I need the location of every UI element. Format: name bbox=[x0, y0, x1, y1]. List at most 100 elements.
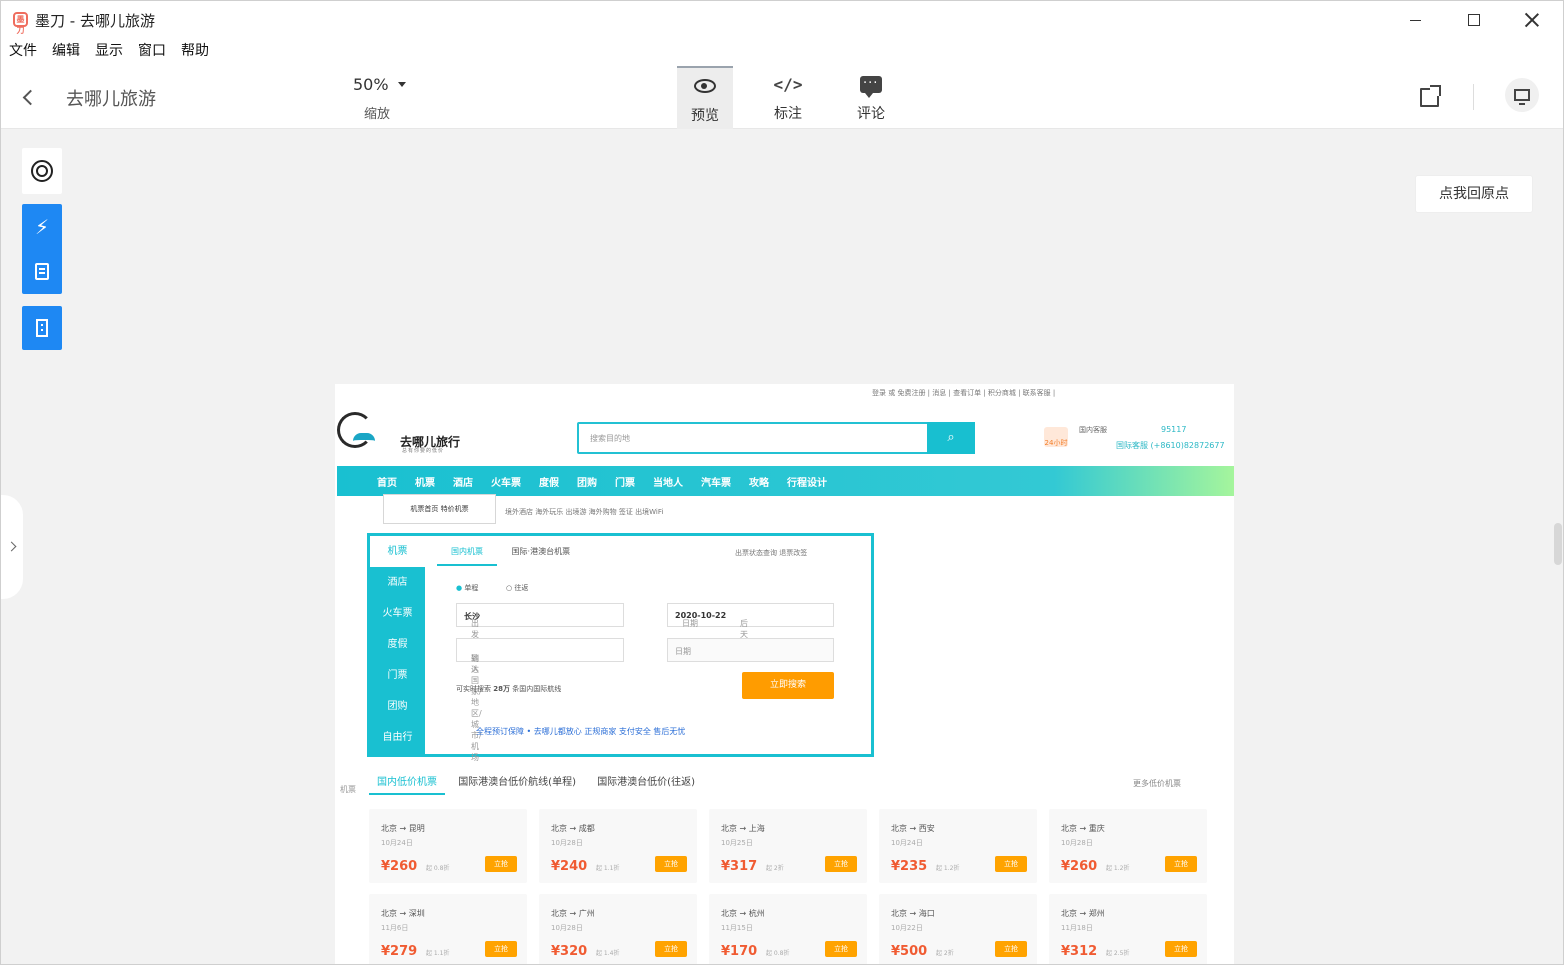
deal-price: ¥260 bbox=[1061, 859, 1098, 874]
site-nav-hotels[interactable]: 酒店 bbox=[453, 474, 473, 489]
return-date-field[interactable]: 日期 bbox=[667, 638, 834, 662]
deal-card[interactable]: 北京 → 重庆 10月28日 ¥260 起 1.2折 立抢 bbox=[1049, 809, 1207, 883]
domestic-hotline: 95117 bbox=[1161, 425, 1187, 434]
tab-domestic-flights[interactable]: 国内机票 bbox=[437, 547, 497, 566]
deal-card[interactable]: 北京 → 上海 10月25日 ¥317 起 2折 立抢 bbox=[709, 809, 867, 883]
deal-card[interactable]: 北京 → 郑州 11月18日 ¥312 起 2.5折 立抢 bbox=[1049, 894, 1207, 964]
site-brand-subtitle: 总有你要的低价 bbox=[402, 448, 445, 454]
deal-route: 北京 → 广州 bbox=[551, 909, 595, 918]
site-nav-vacation[interactable]: 度假 bbox=[539, 474, 559, 489]
category-free-travel[interactable]: 自由行 bbox=[370, 722, 425, 753]
book-button[interactable]: 立抢 bbox=[485, 856, 517, 872]
menu-help[interactable]: 帮助 bbox=[181, 39, 209, 66]
maximize-button[interactable] bbox=[1453, 5, 1495, 35]
share-icon[interactable] bbox=[1420, 85, 1441, 107]
close-button[interactable] bbox=[1511, 5, 1553, 35]
site-nav-groupon[interactable]: 团购 bbox=[577, 474, 597, 489]
date-field[interactable]: 日期 2020-10-22 后天 bbox=[667, 603, 834, 639]
flight-dropdown[interactable]: 机票首页 特价机票 bbox=[383, 494, 496, 524]
deal-price: ¥500 bbox=[891, 944, 928, 959]
category-tickets[interactable]: 门票 bbox=[370, 660, 425, 691]
back-to-origin-button[interactable]: 点我回原点 bbox=[1416, 176, 1532, 212]
site-search-box[interactable]: 搜索目的地 ⌕ bbox=[577, 422, 975, 454]
deal-card[interactable]: 北京 → 深圳 11月6日 ¥279 起 1.1折 立抢 bbox=[369, 894, 527, 964]
radio-roundtrip[interactable]: ○ 往返 bbox=[506, 583, 528, 593]
minimize-button[interactable] bbox=[1394, 5, 1436, 35]
deal-price: ¥317 bbox=[721, 859, 758, 874]
target-button[interactable] bbox=[22, 148, 62, 194]
deal-tab-domestic[interactable]: 国内低价机票 bbox=[369, 777, 445, 795]
trust-badges: 全程预订保障 • 去哪儿都放心 正规商家 支付安全 售后无忧 bbox=[476, 727, 686, 736]
page-button[interactable] bbox=[22, 306, 62, 350]
site-nav-bus[interactable]: 汽车票 bbox=[701, 474, 731, 489]
tab-international-flights[interactable]: 国际·港澳台机票 bbox=[512, 547, 571, 556]
book-button[interactable]: 立抢 bbox=[995, 941, 1027, 957]
flight-search-button[interactable]: 立即搜索 bbox=[742, 672, 834, 699]
deal-card[interactable]: 北京 → 西安 10月24日 ¥235 起 1.2折 立抢 bbox=[879, 809, 1037, 883]
lightning-icon: ⚡ bbox=[34, 214, 50, 239]
deal-card[interactable]: 北京 → 昆明 10月24日 ¥260 起 0.8折 立抢 bbox=[369, 809, 527, 883]
site-search-icon[interactable]: ⌕ bbox=[927, 422, 975, 454]
deal-date: 11月6日 bbox=[381, 924, 409, 932]
chevron-right-icon bbox=[6, 541, 17, 552]
category-hotels[interactable]: 酒店 bbox=[370, 567, 425, 598]
deal-price: ¥235 bbox=[891, 859, 928, 874]
site-nav-trip-design[interactable]: 行程设计 bbox=[787, 474, 827, 489]
menu-window[interactable]: 窗口 bbox=[138, 39, 166, 66]
deal-discount: 起 1.4折 bbox=[596, 950, 620, 957]
book-button[interactable]: 立抢 bbox=[1165, 856, 1197, 872]
side-mini-label: 机票 bbox=[340, 785, 356, 794]
back-button[interactable] bbox=[21, 86, 39, 108]
deal-tab-intl-roundtrip[interactable]: 国际港澳台低价(往返) bbox=[597, 777, 695, 788]
deal-card[interactable]: 北京 → 成都 10月28日 ¥240 起 1.1折 立抢 bbox=[539, 809, 697, 883]
window-title: 墨刀 - 去哪儿旅游 bbox=[35, 12, 155, 30]
site-sub-nav[interactable]: 境外酒店 海外玩乐 出境游 海外购物 签证 出境WiFi bbox=[505, 507, 663, 517]
support-icon: 24小时 bbox=[1044, 427, 1068, 447]
site-nav-tickets[interactable]: 门票 bbox=[615, 474, 635, 489]
site-top-nav[interactable]: 登录 或 免费注册 | 消息 | 查看订单 | 积分商城 | 联系客服 | bbox=[872, 388, 1055, 398]
site-nav-guides[interactable]: 攻略 bbox=[749, 474, 769, 489]
book-button[interactable]: 立抢 bbox=[655, 856, 687, 872]
category-trains[interactable]: 火车票 bbox=[370, 598, 425, 629]
from-field[interactable]: 出发 长沙 bbox=[456, 603, 624, 639]
book-button[interactable]: 立抢 bbox=[825, 941, 857, 957]
site-nav-flights[interactable]: 机票 bbox=[415, 474, 435, 489]
site-nav-home[interactable]: 首页 bbox=[377, 474, 397, 489]
radio-oneway[interactable]: ● 单程 bbox=[456, 583, 478, 593]
book-button[interactable]: 立抢 bbox=[655, 941, 687, 957]
tab-comments[interactable]: 评论 bbox=[843, 66, 899, 129]
deal-price: ¥170 bbox=[721, 944, 758, 959]
lightning-button[interactable]: ⚡ bbox=[22, 204, 62, 249]
document-button[interactable] bbox=[22, 249, 62, 294]
deal-price: ¥240 bbox=[551, 859, 588, 874]
book-button[interactable]: 立抢 bbox=[485, 941, 517, 957]
side-panel-toggle[interactable] bbox=[1, 495, 23, 599]
book-button[interactable]: 立抢 bbox=[995, 856, 1027, 872]
booking-links[interactable]: 出票状态查询 退票改签 bbox=[735, 548, 807, 558]
menu-view[interactable]: 显示 bbox=[95, 39, 123, 66]
deal-card[interactable]: 北京 → 广州 10月28日 ¥320 起 1.4折 立抢 bbox=[539, 894, 697, 964]
site-nav-local[interactable]: 当地人 bbox=[653, 474, 683, 489]
deal-tab-intl-oneway[interactable]: 国际港澳台低价航线(单程) bbox=[458, 777, 576, 788]
tab-annotate[interactable]: </> 标注 bbox=[760, 66, 816, 129]
category-flights[interactable]: 机票 bbox=[370, 536, 425, 567]
more-deals-link[interactable]: 更多低价机票 bbox=[1133, 778, 1181, 789]
site-nav-trains[interactable]: 火车票 bbox=[491, 474, 521, 489]
app-logo-icon: 墨刀 bbox=[13, 12, 28, 35]
zoom-value[interactable]: 50% bbox=[353, 75, 389, 94]
menu-edit[interactable]: 编辑 bbox=[52, 39, 80, 66]
book-button[interactable]: 立抢 bbox=[825, 856, 857, 872]
present-button[interactable] bbox=[1505, 78, 1539, 112]
category-vacation[interactable]: 度假 bbox=[370, 629, 425, 660]
zoom-dropdown-icon[interactable] bbox=[398, 82, 406, 87]
book-button[interactable]: 立抢 bbox=[1165, 941, 1197, 957]
vertical-scrollbar[interactable] bbox=[1554, 523, 1562, 565]
tab-preview[interactable]: 预览 bbox=[677, 66, 733, 129]
deal-card[interactable]: 北京 → 海口 10月22日 ¥500 起 2折 立抢 bbox=[879, 894, 1037, 964]
deal-discount: 起 2折 bbox=[936, 950, 954, 957]
category-groupon[interactable]: 团购 bbox=[370, 691, 425, 722]
menu-file[interactable]: 文件 bbox=[9, 39, 37, 66]
deal-route: 北京 → 成都 bbox=[551, 824, 595, 833]
to-field[interactable]: 到达 输入国家/地区/城市/机场 bbox=[456, 638, 624, 762]
deal-card[interactable]: 北京 → 杭州 11月15日 ¥170 起 0.8折 立抢 bbox=[709, 894, 867, 964]
